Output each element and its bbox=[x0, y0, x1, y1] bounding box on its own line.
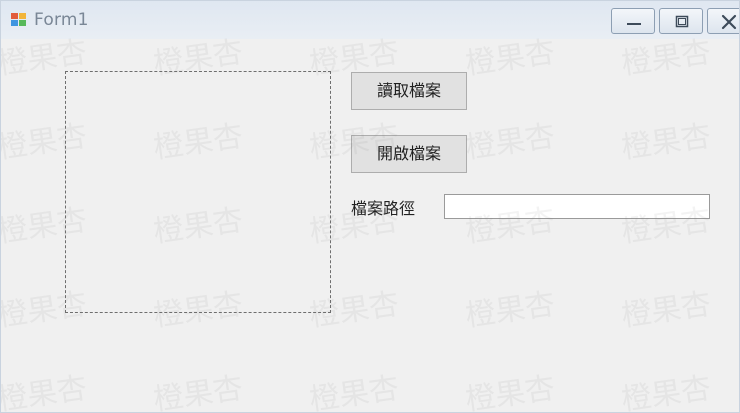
windows-form-icon bbox=[11, 13, 26, 26]
file-path-input[interactable] bbox=[444, 194, 710, 219]
minimize-icon bbox=[627, 23, 641, 25]
title-bar[interactable]: Form1 bbox=[1, 1, 739, 39]
form-client-area: 讀取檔案 開啟檔案 檔案路徑 bbox=[1, 39, 739, 412]
close-icon bbox=[721, 14, 737, 30]
picture-box[interactable] bbox=[65, 71, 331, 313]
minimize-button[interactable] bbox=[611, 8, 655, 34]
open-file-button[interactable]: 開啟檔案 bbox=[351, 135, 467, 173]
maximize-button[interactable] bbox=[659, 8, 703, 34]
app-window: Form1 讀取檔案 開啟檔案 檔案路徑 橙果杏橙果杏橙果杏橙果杏橙果杏橙果杏橙… bbox=[0, 0, 740, 413]
file-path-label: 檔案路徑 bbox=[351, 199, 416, 218]
window-title: Form1 bbox=[34, 10, 89, 30]
close-button[interactable] bbox=[707, 8, 739, 34]
read-file-button[interactable]: 讀取檔案 bbox=[351, 72, 467, 110]
maximize-icon bbox=[675, 15, 689, 28]
